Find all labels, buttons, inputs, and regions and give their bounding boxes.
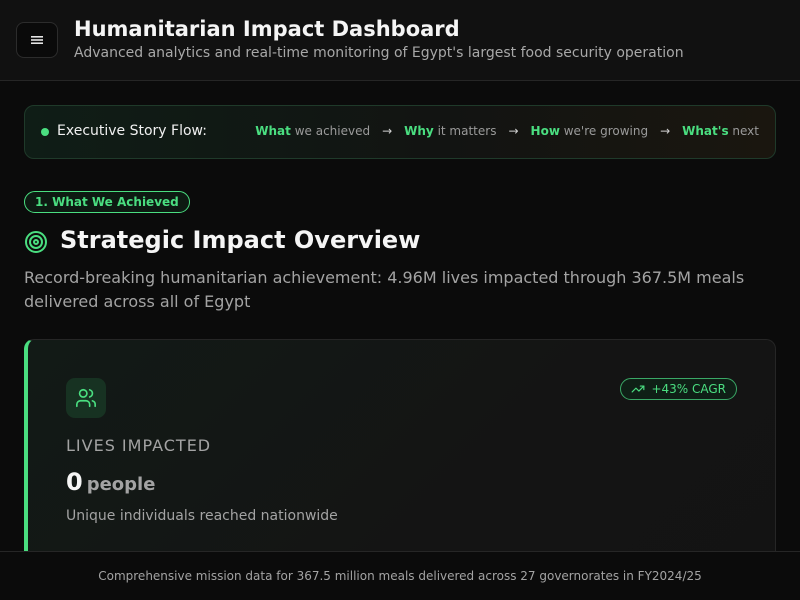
section-badge: 1. What We Achieved xyxy=(24,191,190,213)
app-header: Humanitarian Impact Dashboard Advanced a… xyxy=(0,0,800,81)
story-step-how: How we're growing xyxy=(530,124,649,138)
growth-badge: +43% CAGR xyxy=(620,378,737,400)
story-step-next: What's next xyxy=(682,124,759,138)
footer-text: Comprehensive mission data for 367.5 mil… xyxy=(98,569,702,583)
arrow-icon: → xyxy=(660,124,671,138)
target-icon xyxy=(25,231,47,253)
growth-badge-label: +43% CAGR xyxy=(651,382,726,396)
story-flow-label: Executive Story Flow: xyxy=(57,123,207,139)
metric-value: 0 people xyxy=(66,468,155,496)
section-title: Strategic Impact Overview xyxy=(60,226,421,254)
story-step-what: What we achieved xyxy=(255,124,371,138)
metric-label: LIVES IMPACTED xyxy=(66,436,212,455)
metric-unit: people xyxy=(86,474,156,495)
metric-number: 0 xyxy=(66,468,83,496)
card-icon-container xyxy=(66,378,106,418)
story-step-why: Why it matters xyxy=(404,124,497,138)
footer: Comprehensive mission data for 367.5 mil… xyxy=(0,551,800,600)
page-title: Humanitarian Impact Dashboard xyxy=(74,17,460,41)
metric-description: Unique individuals reached nationwide xyxy=(66,508,338,524)
story-steps: What we achieved → Why it matters → How … xyxy=(255,124,759,138)
trending-up-icon xyxy=(632,385,645,393)
section-description: Record-breaking humanitarian achievement… xyxy=(24,268,745,311)
page-subtitle: Advanced analytics and real-time monitor… xyxy=(74,45,684,61)
status-dot xyxy=(41,128,49,136)
arrow-icon: → xyxy=(382,124,393,138)
executive-story-flow: Executive Story Flow: What we achieved →… xyxy=(24,105,776,159)
menu-icon xyxy=(31,36,43,44)
users-icon xyxy=(76,388,96,408)
menu-button[interactable] xyxy=(16,22,58,58)
arrow-icon: → xyxy=(508,124,519,138)
